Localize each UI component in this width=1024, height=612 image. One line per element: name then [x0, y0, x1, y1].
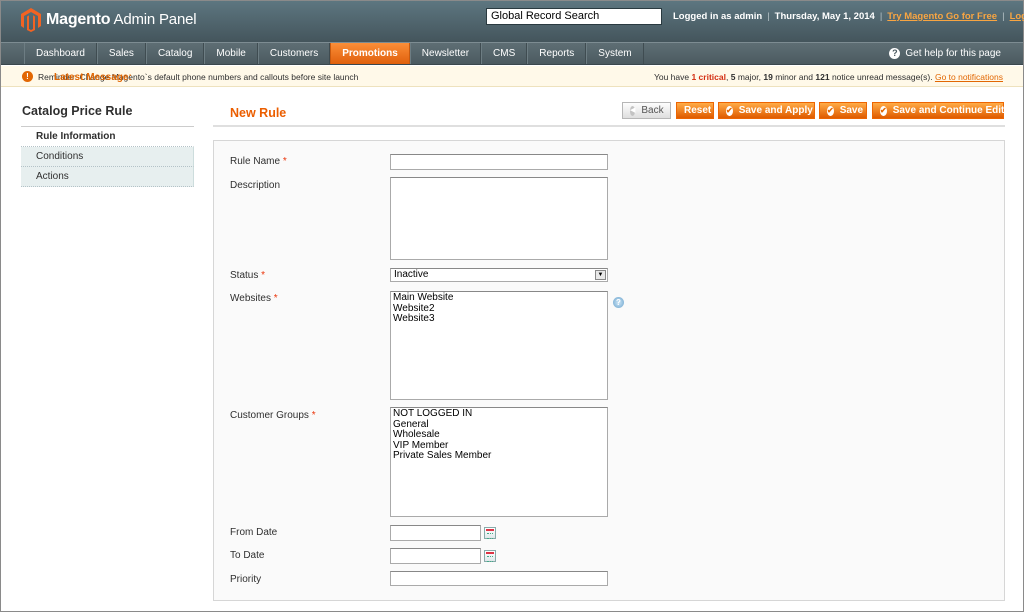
customer-groups-multiselect[interactable]: NOT LOGGED IN General Wholesale VIP Memb… [390, 407, 608, 517]
logo-suffix: Admin Panel [113, 11, 197, 28]
header-bar: Magento Admin Panel Global Record Search… [1, 1, 1024, 42]
back-button[interactable]: ◀ Back [622, 102, 671, 119]
from-date-input[interactable] [390, 525, 481, 541]
notification-bar: ! Latest Message: Reminder: Change Magen… [1, 66, 1023, 87]
warning-icon: ! [22, 71, 33, 82]
priority-label: Priority [230, 574, 262, 585]
websites-label: Websites * [230, 293, 278, 304]
help-icon: ? [889, 48, 901, 59]
dropdown-arrow-icon[interactable]: ▼ [595, 270, 606, 280]
logo-brand: Magento [46, 11, 111, 28]
header-user-info: Logged in as admin | Thursday, May 1, 2014… [673, 11, 1024, 22]
minor-count: 19 [763, 72, 773, 82]
page-title: New Rule [230, 106, 287, 120]
go-to-notifications-link[interactable]: Go to notifications [935, 72, 1003, 82]
status-value: Inactive [394, 269, 429, 280]
to-date-input[interactable] [390, 548, 481, 564]
nav-mobile[interactable]: Mobile [204, 43, 258, 64]
global-search-input[interactable]: Global Record Search [486, 8, 662, 25]
nav-customers[interactable]: Customers [257, 43, 331, 64]
description-label: Description [230, 180, 281, 191]
reset-button[interactable]: Reset [676, 102, 714, 119]
status-select[interactable]: Inactive ▼ [390, 268, 608, 282]
notice-count: 121 [815, 72, 830, 82]
website-option[interactable]: Main Website [393, 292, 605, 304]
date-label: Thursday, May 1, 2014 [774, 11, 875, 22]
sidebar-title: Catalog Price Rule [21, 101, 194, 127]
try-magento-go-link[interactable]: Try Magento Go for Free [887, 11, 997, 22]
sidebar: Catalog Price Rule Rule Information Cond… [21, 101, 194, 187]
from-date-label: From Date [230, 527, 278, 538]
rule-name-label: Rule Name * [230, 156, 287, 167]
content-header: New Rule ◀ Back Reset ✔ Save and Apply ✔… [213, 99, 1005, 127]
description-textarea[interactable] [390, 177, 608, 260]
to-date-label: To Date [230, 550, 265, 561]
notification-summary: You have 1 critical, 5 major, 19 minor a… [653, 72, 1003, 82]
nav-cms[interactable]: CMS [481, 43, 528, 64]
nav-sales[interactable]: Sales [96, 43, 146, 64]
info-icon[interactable]: ? [613, 297, 624, 308]
nav-system[interactable]: System [586, 43, 644, 64]
priority-input[interactable] [390, 571, 608, 586]
check-icon: ✔ [880, 105, 887, 116]
critical-count: 1 critical [691, 72, 726, 82]
customer-group-option[interactable]: Private Sales Member [393, 450, 605, 462]
nav-newsletter[interactable]: Newsletter [409, 43, 482, 64]
help-link[interactable]: ? Get help for this page [889, 48, 1001, 59]
nav-dashboard[interactable]: Dashboard [24, 43, 97, 64]
check-icon: ✔ [726, 105, 733, 116]
magento-logo[interactable]: Magento Admin Panel [21, 8, 197, 32]
main-nav: Dashboard Sales Catalog Mobile Customers… [1, 42, 1023, 65]
tab-conditions[interactable]: Conditions [21, 147, 194, 167]
rule-information-fieldset: Rule Name * Description Status * Inactiv… [213, 140, 1005, 601]
calendar-icon[interactable] [484, 550, 496, 562]
calendar-icon[interactable] [484, 527, 496, 539]
nav-promotions[interactable]: Promotions [330, 43, 410, 64]
logout-link[interactable]: Log Out [1010, 11, 1024, 22]
help-label: Get help for this page [905, 48, 1001, 59]
latest-message-label: Latest Message: [54, 72, 132, 83]
check-icon: ✔ [827, 105, 834, 116]
nav-catalog[interactable]: Catalog [145, 43, 205, 64]
logged-in-label: Logged in as admin [673, 11, 763, 22]
rule-name-input[interactable] [390, 154, 608, 170]
status-label: Status * [230, 270, 266, 281]
websites-multiselect[interactable]: Main Website Website2 Website3 [390, 291, 608, 400]
tab-rule-information[interactable]: Rule Information [21, 127, 194, 147]
magento-logo-icon [21, 8, 41, 32]
customer-group-option[interactable]: Wholesale [393, 429, 605, 441]
save-and-apply-button[interactable]: ✔ Save and Apply [718, 102, 815, 119]
save-button[interactable]: ✔ Save [819, 102, 867, 119]
major-count: 5 [730, 72, 736, 82]
save-and-continue-button[interactable]: ✔ Save and Continue Edit [872, 102, 1004, 119]
customer-group-option[interactable]: NOT LOGGED IN [393, 408, 605, 420]
back-arrow-icon: ◀ [630, 105, 636, 116]
nav-reports[interactable]: Reports [527, 43, 587, 64]
tab-actions[interactable]: Actions [21, 167, 194, 187]
customer-groups-label: Customer Groups * [230, 410, 316, 421]
website-option[interactable]: Website3 [393, 313, 605, 325]
